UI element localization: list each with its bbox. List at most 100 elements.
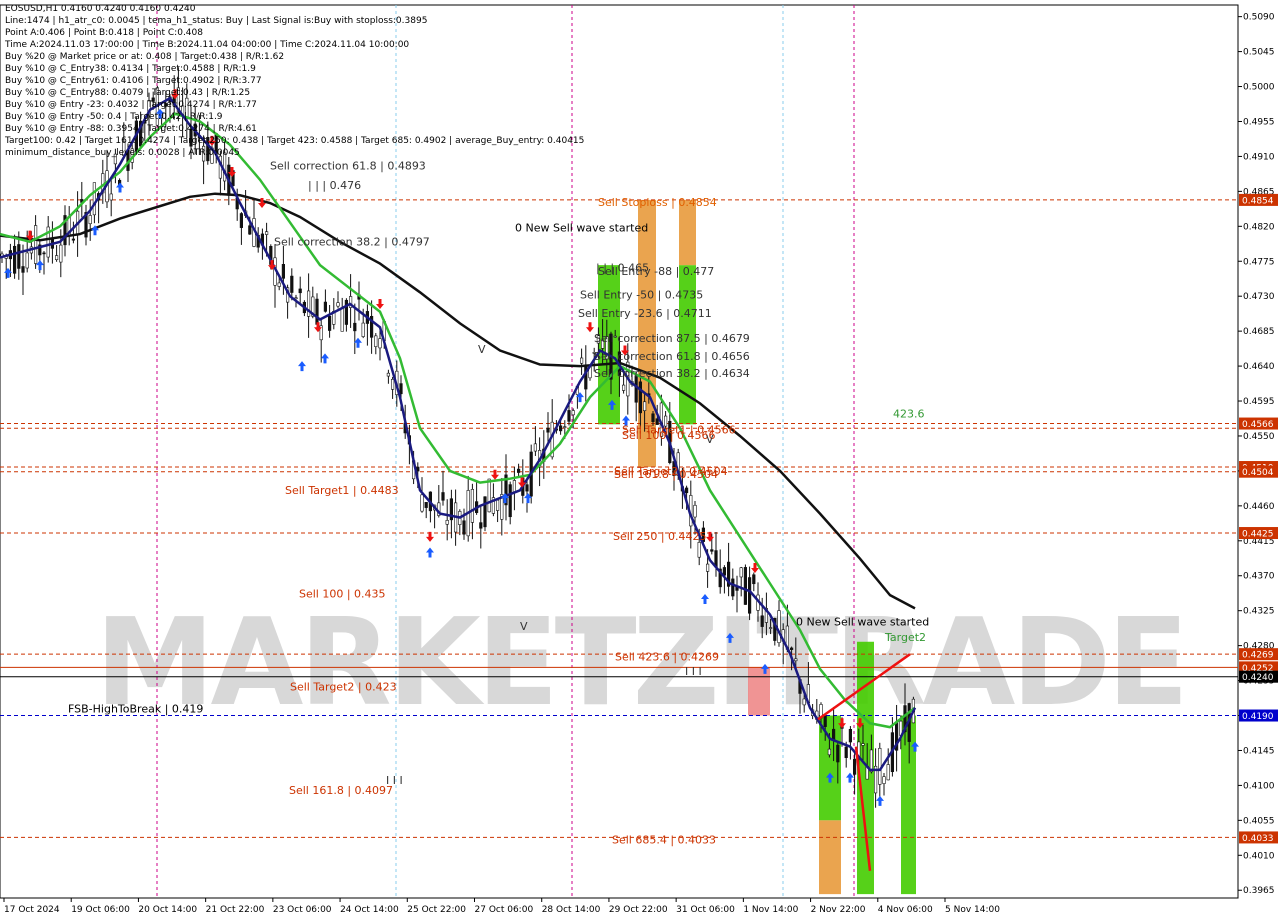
candle [374,335,378,347]
candle [479,522,483,529]
candle [344,299,349,325]
candle [861,743,865,746]
candle [315,298,319,325]
candle [54,255,59,260]
x-tick-label: 19 Oct 06:00 [71,905,130,915]
chart-annotation: Sell 161.8 | 0.4504 [614,468,718,481]
candle [248,225,252,235]
x-tick-label: 28 Oct 14:00 [542,905,601,915]
info-line: Buy %10 @ Entry -23: 0.4032 | Target:0.4… [5,100,257,110]
candle [487,478,491,513]
candle [277,282,281,287]
candle [470,489,475,523]
candle [794,658,798,662]
y-tick-label: 0.4910 [1243,152,1275,162]
candle [777,610,781,643]
chart-annotation: V [706,433,714,446]
x-tick-label: 4 Nov 06:00 [878,905,933,915]
info-line: Time A:2024.11.03 17:00:00 | Time B:2024… [5,40,410,50]
candle [697,542,701,558]
candle [13,245,17,274]
candle [760,615,764,627]
chart-annotation: Sell 100 | 0.435 [299,587,386,600]
candle [239,213,244,228]
candle [546,427,550,433]
info-line: Buy %10 @ Entry -88: 0.3954 | Target:0.4… [5,124,257,134]
chart-annotation: Sell correction 61.8 | 0.4893 [270,160,426,173]
signal-zone [679,199,696,266]
x-tick-label: 21 Oct 22:00 [206,905,265,915]
y-tick-label: 0.4370 [1243,572,1275,582]
info-line: Buy %10 @ Entry -50: 0.4 | Target:0.42 |… [5,112,223,122]
candle [281,264,286,279]
candle [17,244,21,269]
candle [768,627,773,629]
chart-annotation: V [520,620,528,633]
x-tick-label: 1 Nov 14:00 [743,905,798,915]
y-tick-label: 0.4955 [1243,117,1275,127]
candle [340,308,344,332]
chart-annotation: Sell 423.6 | 0.4269 [615,650,719,663]
chart-annotation: Sell correction 38.2 | 0.4634 [594,367,750,380]
chart-annotation: Sell 250 | 0.4425 [613,530,707,543]
candle [869,749,873,773]
candle [567,410,571,422]
y-tick-label: 0.4820 [1243,222,1275,232]
y-tick-label: 0.4640 [1243,362,1275,372]
candle [823,715,827,727]
info-line: Buy %10 @ C_Entry61: 0.4106 | Target:0.4… [5,76,262,86]
y-tick-label: 0.4100 [1243,781,1275,791]
candle [59,244,63,263]
candle [25,252,29,269]
chart-annotation: Sell 685.4 | 0.4033 [612,834,716,847]
candle [71,238,75,241]
candle [264,231,269,235]
price-tag-label: 0.4566 [1242,420,1274,430]
chart-annotation: I I I [685,665,702,678]
chart-annotation: Sell correction 87.5 | 0.4679 [594,332,750,345]
y-tick-label: 0.4010 [1243,851,1275,861]
y-tick-label: 0.4730 [1243,292,1275,302]
info-line: minimum_distance_buy_levels: 0.0028 | AT… [5,148,240,158]
chart-annotation: FSB-HighToBreak | 0.419 [68,702,203,715]
candle [827,748,831,756]
candle [378,338,382,349]
chart-annotation: V [478,343,486,356]
candle [323,301,328,312]
candle [420,494,424,512]
chart-annotation: I I I [386,774,403,787]
chart-annotation: Sell Stoploss | 0.4854 [598,196,717,209]
candle [836,744,840,763]
x-tick-label: 25 Oct 22:00 [407,905,466,915]
chart-annotation: Sell 161.8 | 0.4097 [289,784,393,797]
y-tick-label: 0.4685 [1243,327,1275,337]
chart-annotation: 0 New Sell wave started [515,222,648,235]
x-tick-label: 17 Oct 2024 [4,905,60,915]
candle [441,492,445,501]
candle [789,647,794,650]
info-line: EOSUSD,H1 0.4160 0.4240 0.4160 0.4240 [5,4,196,14]
candle [353,322,357,332]
candle [92,182,96,216]
chart-annotation: Sell Target1 | 0.4483 [285,484,399,497]
y-tick-label: 0.4460 [1243,502,1275,512]
x-tick-label: 5 Nov 14:00 [945,905,1000,915]
candle [508,484,512,518]
x-tick-label: 31 Oct 06:00 [676,905,735,915]
chart-annotation: Sell 100 | 0.4566 [622,429,716,442]
y-tick-label: 0.4775 [1243,257,1275,267]
chart-annotation: Sell Target2 | 0.423 [290,681,397,694]
candle [747,577,752,614]
candle [739,567,743,578]
candle [621,384,626,391]
candle [533,443,537,452]
y-tick-label: 0.4325 [1243,607,1275,617]
chart-annotation: | | | 0.476 [308,179,361,192]
candle [445,520,449,525]
chart-annotation: 0 New Sell wave started [796,615,929,628]
y-tick-label: 0.5090 [1243,13,1275,23]
x-tick-label: 27 Oct 06:00 [475,905,534,915]
signal-zone [819,820,841,895]
chart-annotation: Sell correction 38.2 | 0.4797 [274,236,430,249]
chart-annotation: 423.6 [893,407,925,420]
